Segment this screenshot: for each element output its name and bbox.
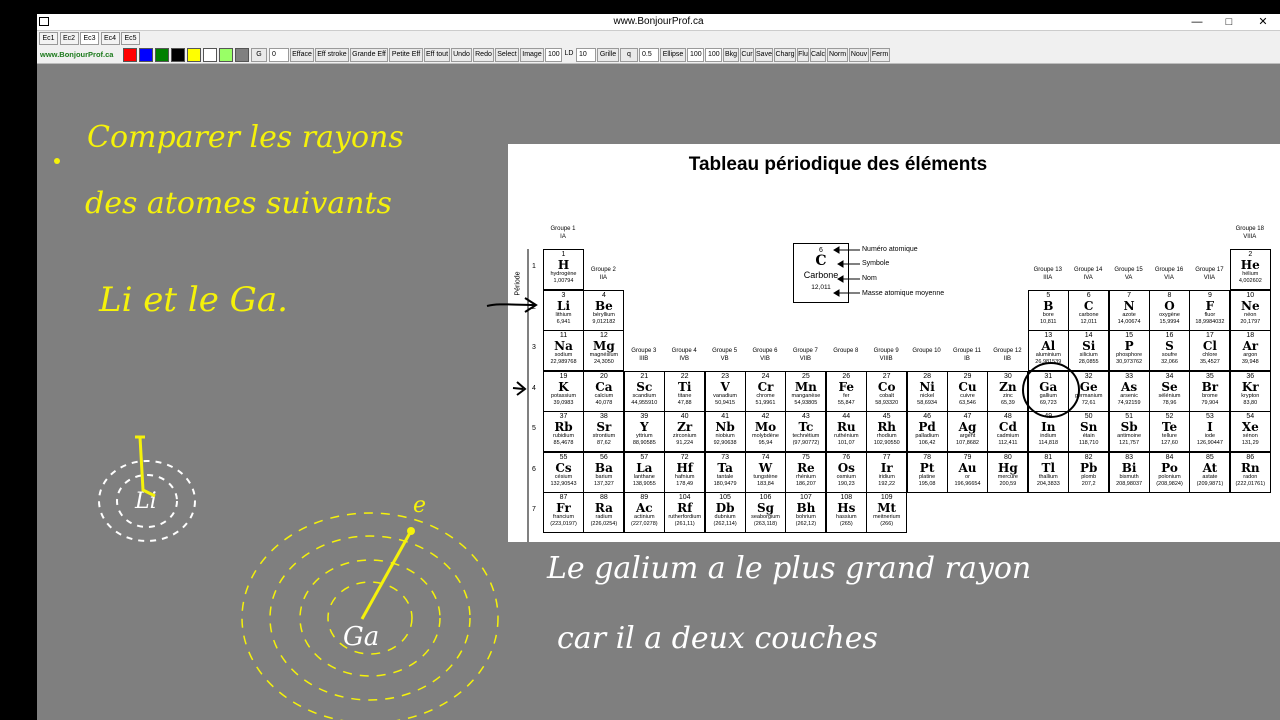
toolbar-label: LD: [564, 50, 574, 57]
ga-circle: [1022, 362, 1080, 418]
color-swatch[interactable]: [155, 48, 169, 62]
color-swatch[interactable]: [219, 48, 233, 62]
site-logo: www.BonjourProf.ca: [40, 50, 114, 59]
toolbar-button-image[interactable]: Image: [520, 48, 544, 62]
toolbar-button-g[interactable]: G: [251, 48, 267, 62]
li-radius: [135, 435, 156, 498]
close-button[interactable]: ✕: [1249, 14, 1277, 30]
toolbar-button-bkg[interactable]: Bkg: [723, 48, 739, 62]
toolbar-button-ellipse[interactable]: Ellipse: [660, 48, 686, 62]
toolbar-button-eff-tout[interactable]: Eff tout: [424, 48, 450, 62]
toolbar: www.BonjourProf.ca G 0 Efface Eff stroke Gra…: [37, 46, 1280, 64]
color-swatch[interactable]: [187, 48, 201, 62]
tab-ec1[interactable]: Ec1: [39, 32, 58, 45]
color-swatch[interactable]: [171, 48, 185, 62]
toolbar-value-field[interactable]: 10: [576, 48, 596, 62]
tab-ec4[interactable]: Ec4: [100, 32, 120, 45]
color-swatch[interactable]: [235, 48, 249, 62]
toolbar-button-flu[interactable]: Flu: [797, 48, 809, 62]
toolbar-button-eff-stroke[interactable]: Eff stroke: [315, 48, 349, 62]
toolbar-button-q[interactable]: q: [620, 48, 638, 62]
li-atom-drawing: [98, 460, 196, 542]
toolbar-value-field[interactable]: 100: [687, 48, 704, 62]
drawing-canvas[interactable]: Tableau périodique des éléments Période …: [37, 65, 1280, 720]
tab-bar: Ec1 Ec2 Ec3 Ec4 Ec5: [37, 31, 1280, 46]
toolbar-value-field[interactable]: 0: [269, 48, 289, 62]
toolbar-button-ferm[interactable]: Ferm: [870, 48, 890, 62]
toolbar-button-norm[interactable]: Norm: [827, 48, 848, 62]
toolbar-button-efface[interactable]: Efface: [290, 48, 314, 62]
window-title: www.BonjourProf.ca: [613, 16, 704, 27]
toolbar-value-field[interactable]: 0.5: [639, 48, 659, 62]
app-window: www.BonjourProf.ca — □ ✕ Ec1 Ec2 Ec3 Ec4 Ec5…: [37, 14, 1280, 720]
color-swatch[interactable]: [203, 48, 217, 62]
toolbar-button-select[interactable]: Select: [495, 48, 519, 62]
color-swatch[interactable]: [123, 48, 137, 62]
ga-radius: [360, 530, 413, 620]
title-bar: www.BonjourProf.ca — □ ✕: [37, 14, 1280, 31]
tab-ec2[interactable]: Ec2: [59, 32, 79, 45]
minimize-button[interactable]: —: [1183, 14, 1211, 30]
toolbar-button-undo[interactable]: Undo: [451, 48, 472, 62]
toolbar-button-nouv[interactable]: Nouv: [849, 48, 869, 62]
ink-overlay: [54, 158, 1080, 720]
toolbar-button-redo[interactable]: Redo: [473, 48, 494, 62]
color-swatch[interactable]: [139, 48, 153, 62]
toolbar-button-calc[interactable]: Calc: [810, 48, 826, 62]
arrow-to-li: [486, 303, 536, 307]
toolbar-value-field[interactable]: 100: [705, 48, 722, 62]
arrow-to-k: [512, 387, 524, 390]
maximize-button[interactable]: □: [1215, 14, 1243, 30]
toolbar-button-save[interactable]: Save: [755, 48, 773, 62]
ga-atom-drawing: [241, 512, 499, 720]
toolbar-button-grande-eff[interactable]: Grande Eff: [350, 48, 388, 62]
tab-ec5[interactable]: Ec5: [121, 32, 140, 45]
toolbar-button-cur[interactable]: Cur: [740, 48, 754, 62]
bullet-dot: [54, 158, 60, 164]
toolbar-button-petite-eff[interactable]: Petite Eff: [389, 48, 423, 62]
toolbar-button-grille[interactable]: Grille: [597, 48, 619, 62]
tab-ec3[interactable]: Ec3: [80, 32, 99, 45]
toolbar-value-field[interactable]: 100: [545, 48, 562, 62]
toolbar-button-charg[interactable]: Charg: [774, 48, 796, 62]
